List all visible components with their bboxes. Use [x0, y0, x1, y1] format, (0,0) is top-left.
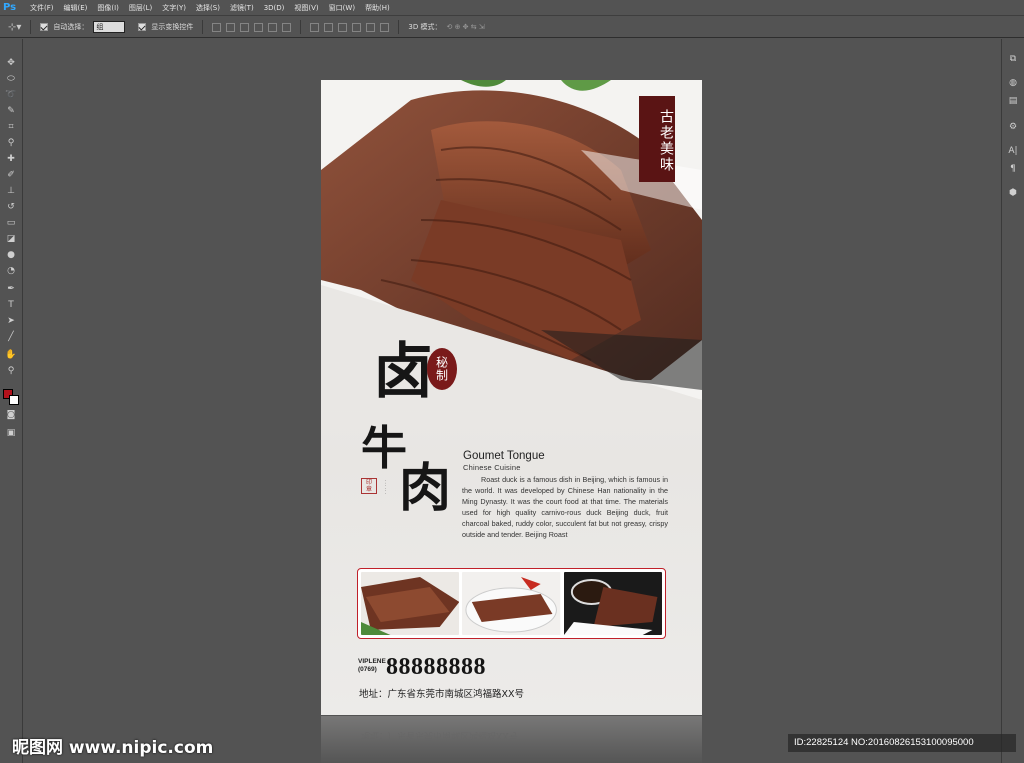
path-select-icon[interactable]: ➤	[5, 315, 17, 327]
align-hcenter-icon[interactable]	[268, 22, 278, 32]
viplene-label: VIPLENE	[358, 658, 386, 665]
history-panel-icon[interactable]: ⧉	[1007, 53, 1019, 65]
show-transform-label: 显示变换控件	[151, 23, 194, 31]
eraser-icon[interactable]: ▭	[5, 217, 17, 229]
separator	[398, 20, 400, 34]
type-icon[interactable]: T	[5, 299, 17, 311]
menu-filter[interactable]: 滤镜(T)	[225, 0, 259, 16]
photoshop-logo: Ps	[3, 1, 17, 13]
watermark-left: 昵图网 www.nipic.com	[12, 738, 214, 758]
menu-help[interactable]: 帮助(H)	[360, 0, 395, 16]
brush-icon[interactable]: ✐	[5, 169, 17, 181]
distribute-left-icon[interactable]	[352, 22, 362, 32]
menu-image[interactable]: 图像(I)	[92, 0, 124, 16]
line-shape-icon[interactable]: ╱	[5, 331, 17, 343]
thumbnail-beef-1	[361, 572, 460, 635]
distribute-right-icon[interactable]	[380, 22, 390, 32]
align-vcenter-icon[interactable]	[226, 22, 236, 32]
menu-view[interactable]: 视图(V)	[289, 0, 323, 16]
poster-reflection: 地址：广东省东莞市南城区鸿福路XX号	[321, 716, 702, 763]
3d-rotate-icon[interactable]: ⟲ ⊕ ✥ ⇆ ⇲	[446, 23, 484, 31]
zoom-icon[interactable]: ⚲	[5, 365, 17, 377]
healing-brush-icon[interactable]: ✚	[5, 153, 17, 165]
align-bottom-icon[interactable]	[240, 22, 250, 32]
thumbnail-strip	[357, 568, 666, 639]
separator	[30, 20, 32, 34]
background-color-swatch[interactable]	[9, 395, 19, 405]
swatches-panel-icon[interactable]: ▤	[1007, 95, 1019, 107]
move-tool-icon[interactable]: ⊹▾	[8, 22, 21, 33]
paragraph-panel-icon[interactable]: ¶	[1007, 163, 1019, 175]
crop-icon[interactable]: ⌗	[5, 121, 17, 133]
menu-edit[interactable]: 编辑(E)	[59, 0, 93, 16]
eyedropper-icon[interactable]: ⚲	[5, 137, 17, 149]
pen-icon[interactable]: ✒	[5, 283, 17, 295]
english-subtitle: Chinese Cuisine	[463, 463, 521, 472]
distribute-top-icon[interactable]	[310, 22, 320, 32]
auto-select-label: 自动选择：	[53, 23, 89, 31]
hand-icon[interactable]: ✋	[5, 349, 17, 361]
english-title: Goumet Tongue	[463, 450, 545, 462]
3d-panel-icon[interactable]: ⬢	[1007, 187, 1019, 199]
phone-area-code: (0769)	[358, 666, 377, 673]
watermark-right: ID:22825124 NO:20160826153100095000	[788, 734, 1016, 752]
auto-select-dropdown[interactable]: 组	[93, 21, 126, 33]
menu-file[interactable]: 文件(F)	[25, 0, 59, 16]
separator	[202, 20, 204, 34]
thumbnail-beef-3	[563, 572, 662, 635]
address-text: 地址：广东省东莞市南城区鸿福路XX号	[359, 689, 525, 700]
align-left-icon[interactable]	[254, 22, 264, 32]
align-right-icon[interactable]	[282, 22, 292, 32]
distribute-vcenter-icon[interactable]	[324, 22, 334, 32]
description-text: Roast duck is a famous dish in Beijing, …	[462, 475, 668, 539]
quick-mask-icon[interactable]: ◙	[5, 409, 17, 421]
phone-number: 88888888	[386, 654, 486, 680]
character-panel-icon[interactable]: A|	[1007, 145, 1019, 157]
distribute-bottom-icon[interactable]	[338, 22, 348, 32]
marquee-icon[interactable]: ⬭	[5, 73, 17, 85]
move-icon[interactable]: ✥	[5, 57, 17, 69]
options-bar: ⊹▾ 自动选择： 组 显示变换控件 3D 模式： ⟲ ⊕ ✥ ⇆ ⇲	[0, 17, 1024, 38]
red-seal-badge: 秘制	[427, 348, 457, 390]
clone-stamp-icon[interactable]: ⊥	[5, 185, 17, 197]
small-seal-icon: 印章	[361, 478, 377, 494]
screen-mode-icon[interactable]: ▣	[5, 427, 17, 439]
menu-select[interactable]: 选择(S)	[191, 0, 225, 16]
adjustments-panel-icon[interactable]: ⚙	[1007, 121, 1019, 133]
dodge-icon[interactable]: ◔	[5, 265, 17, 277]
separator	[300, 20, 302, 34]
thumbnail-beef-2	[462, 572, 561, 635]
document-canvas[interactable]: 古老美味 卤 秘制 牛 肉 印章 · · · · · · Goumet Tong…	[24, 40, 1000, 763]
tools-panel: ✥ ⬭ ➰ ✎ ⌗ ⚲ ✚ ✐ ⊥ ↺ ▭ ◪ ● ◔ ✒ T ➤ ╱ ✋ ⚲ …	[0, 39, 23, 763]
title-lu: 卤	[373, 337, 433, 407]
menu-layer[interactable]: 图层(L)	[124, 0, 157, 16]
reflection-address: 地址：广东省东莞市南城区鸿福路XX号	[361, 730, 518, 740]
3d-mode-label: 3D 模式：	[408, 23, 442, 31]
panel-dock: ⧉ ◍ ▤ ⚙ A| ¶ ⬢	[1001, 39, 1024, 763]
align-top-icon[interactable]	[212, 22, 222, 32]
menu-bar: Ps 文件(F) 编辑(E) 图像(I) 图层(L) 文字(Y) 选择(S) 滤…	[0, 0, 1024, 16]
blur-icon[interactable]: ●	[5, 249, 17, 261]
seal-badge: 古老美味	[639, 96, 675, 182]
show-transform-checkbox[interactable]	[138, 23, 147, 31]
poster-document: 古老美味 卤 秘制 牛 肉 印章 · · · · · · Goumet Tong…	[321, 80, 702, 715]
color-panel-icon[interactable]: ◍	[1007, 77, 1019, 89]
history-brush-icon[interactable]: ↺	[5, 201, 17, 213]
menu-3d[interactable]: 3D(D)	[259, 0, 290, 16]
vertical-caption: · · · · · ·	[383, 480, 388, 494]
quick-select-icon[interactable]: ✎	[5, 105, 17, 117]
menu-window[interactable]: 窗口(W)	[324, 0, 360, 16]
title-rou: 肉	[399, 458, 452, 519]
auto-select-checkbox[interactable]	[40, 23, 49, 31]
lasso-icon[interactable]: ➰	[5, 89, 17, 101]
menu-type[interactable]: 文字(Y)	[157, 0, 191, 16]
distribute-hcenter-icon[interactable]	[366, 22, 376, 32]
paint-bucket-icon[interactable]: ◪	[5, 233, 17, 245]
